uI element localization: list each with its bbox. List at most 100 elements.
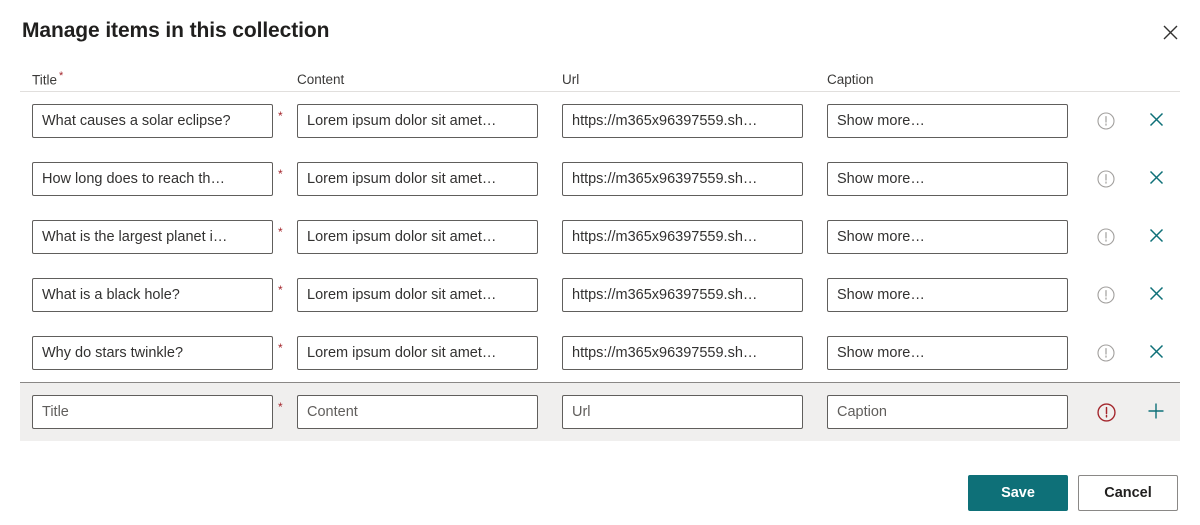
url-input[interactable] — [562, 162, 803, 196]
url-input[interactable] — [562, 336, 803, 370]
caption-input[interactable] — [827, 278, 1068, 312]
close-icon — [1149, 170, 1164, 188]
table-row: * — [20, 266, 1180, 324]
new-content-input[interactable] — [297, 395, 538, 429]
cell-title: * — [20, 104, 285, 138]
cell-status — [1080, 168, 1132, 190]
required-asterisk: * — [278, 341, 283, 355]
cell-status — [1080, 342, 1132, 364]
cell-url — [550, 220, 815, 254]
info-circle-icon — [1095, 226, 1117, 248]
table-row: * — [20, 92, 1180, 150]
dialog-header: Manage items in this collection — [0, 0, 1200, 58]
title-input[interactable] — [32, 162, 273, 196]
content-input[interactable] — [297, 278, 538, 312]
content-input[interactable] — [297, 162, 538, 196]
cell-caption — [815, 162, 1080, 196]
close-icon — [1149, 344, 1164, 362]
new-title-input[interactable] — [32, 395, 273, 429]
remove-item-button[interactable] — [1139, 104, 1173, 138]
url-input[interactable] — [562, 104, 803, 138]
add-icon — [1147, 402, 1165, 423]
table-row: * — [20, 150, 1180, 208]
page-title: Manage items in this collection — [22, 19, 330, 42]
required-asterisk: * — [278, 225, 283, 239]
required-asterisk: * — [278, 167, 283, 181]
required-asterisk-title: * — [59, 69, 64, 82]
title-input[interactable] — [32, 104, 273, 138]
new-caption-input[interactable] — [827, 395, 1068, 429]
cell-action — [1132, 220, 1180, 254]
cell-status — [1080, 284, 1132, 306]
cell-url — [550, 336, 815, 370]
caption-input[interactable] — [827, 336, 1068, 370]
cell-status — [1080, 110, 1132, 132]
remove-item-button[interactable] — [1139, 162, 1173, 196]
remove-item-button[interactable] — [1139, 220, 1173, 254]
add-item-button[interactable] — [1139, 395, 1173, 429]
cell-content — [285, 278, 550, 312]
cell-caption — [815, 278, 1080, 312]
close-icon — [1149, 228, 1164, 246]
column-header-title: Title * — [20, 70, 285, 88]
table-row: * — [20, 324, 1180, 382]
cancel-button[interactable]: Cancel — [1078, 474, 1178, 511]
cell-action — [1132, 104, 1180, 138]
cell-content — [285, 336, 550, 370]
url-input[interactable] — [562, 220, 803, 254]
save-button[interactable]: Save — [968, 474, 1068, 511]
cell-content — [285, 220, 550, 254]
column-header-content: Content — [285, 72, 550, 87]
cell-title: * — [20, 162, 285, 196]
column-header-caption: Caption — [815, 72, 1080, 87]
content-input[interactable] — [297, 336, 538, 370]
info-circle-icon — [1095, 342, 1117, 364]
title-input[interactable] — [32, 336, 273, 370]
caption-input[interactable] — [827, 220, 1068, 254]
column-header-url: Url — [550, 72, 815, 87]
cell-caption — [815, 220, 1080, 254]
required-asterisk: * — [278, 400, 283, 414]
remove-item-button[interactable] — [1139, 336, 1173, 370]
caption-input[interactable] — [827, 162, 1068, 196]
caption-input[interactable] — [827, 104, 1068, 138]
items-grid: Title* Content Url Caption * — [20, 62, 1180, 441]
cell-status — [1080, 401, 1132, 423]
cell-status — [1080, 226, 1132, 248]
grid-header-row: Title * Content Url Caption — [20, 62, 1180, 92]
cell-title: * — [20, 220, 285, 254]
url-input[interactable] — [562, 278, 803, 312]
remove-item-button[interactable] — [1139, 278, 1173, 312]
cell-action — [1132, 336, 1180, 370]
required-asterisk: * — [278, 109, 283, 123]
new-item-row: * — [20, 382, 1180, 441]
title-input[interactable] — [32, 278, 273, 312]
cell-url — [550, 395, 815, 429]
info-circle-icon — [1095, 110, 1117, 132]
close-dialog-button[interactable] — [1152, 14, 1188, 50]
cell-action — [1132, 162, 1180, 196]
cell-content — [285, 162, 550, 196]
cell-caption — [815, 395, 1080, 429]
cell-action — [1132, 395, 1180, 429]
cell-content — [285, 395, 550, 429]
cell-content — [285, 104, 550, 138]
new-url-input[interactable] — [562, 395, 803, 429]
close-icon — [1163, 25, 1178, 40]
required-asterisk: * — [278, 283, 283, 297]
cell-title: * — [20, 336, 285, 370]
close-icon — [1149, 112, 1164, 130]
column-header-caption-label: Caption — [827, 72, 874, 87]
error-circle-icon — [1095, 401, 1117, 423]
cell-action — [1132, 278, 1180, 312]
column-header-content-label: Content — [297, 72, 345, 87]
info-circle-icon — [1095, 168, 1117, 190]
cell-url — [550, 104, 815, 138]
content-input[interactable] — [297, 220, 538, 254]
table-row: * — [20, 208, 1180, 266]
cell-caption — [815, 104, 1080, 138]
content-input[interactable] — [297, 104, 538, 138]
title-input[interactable] — [32, 220, 273, 254]
cell-url — [550, 162, 815, 196]
cell-title: * — [20, 395, 285, 429]
